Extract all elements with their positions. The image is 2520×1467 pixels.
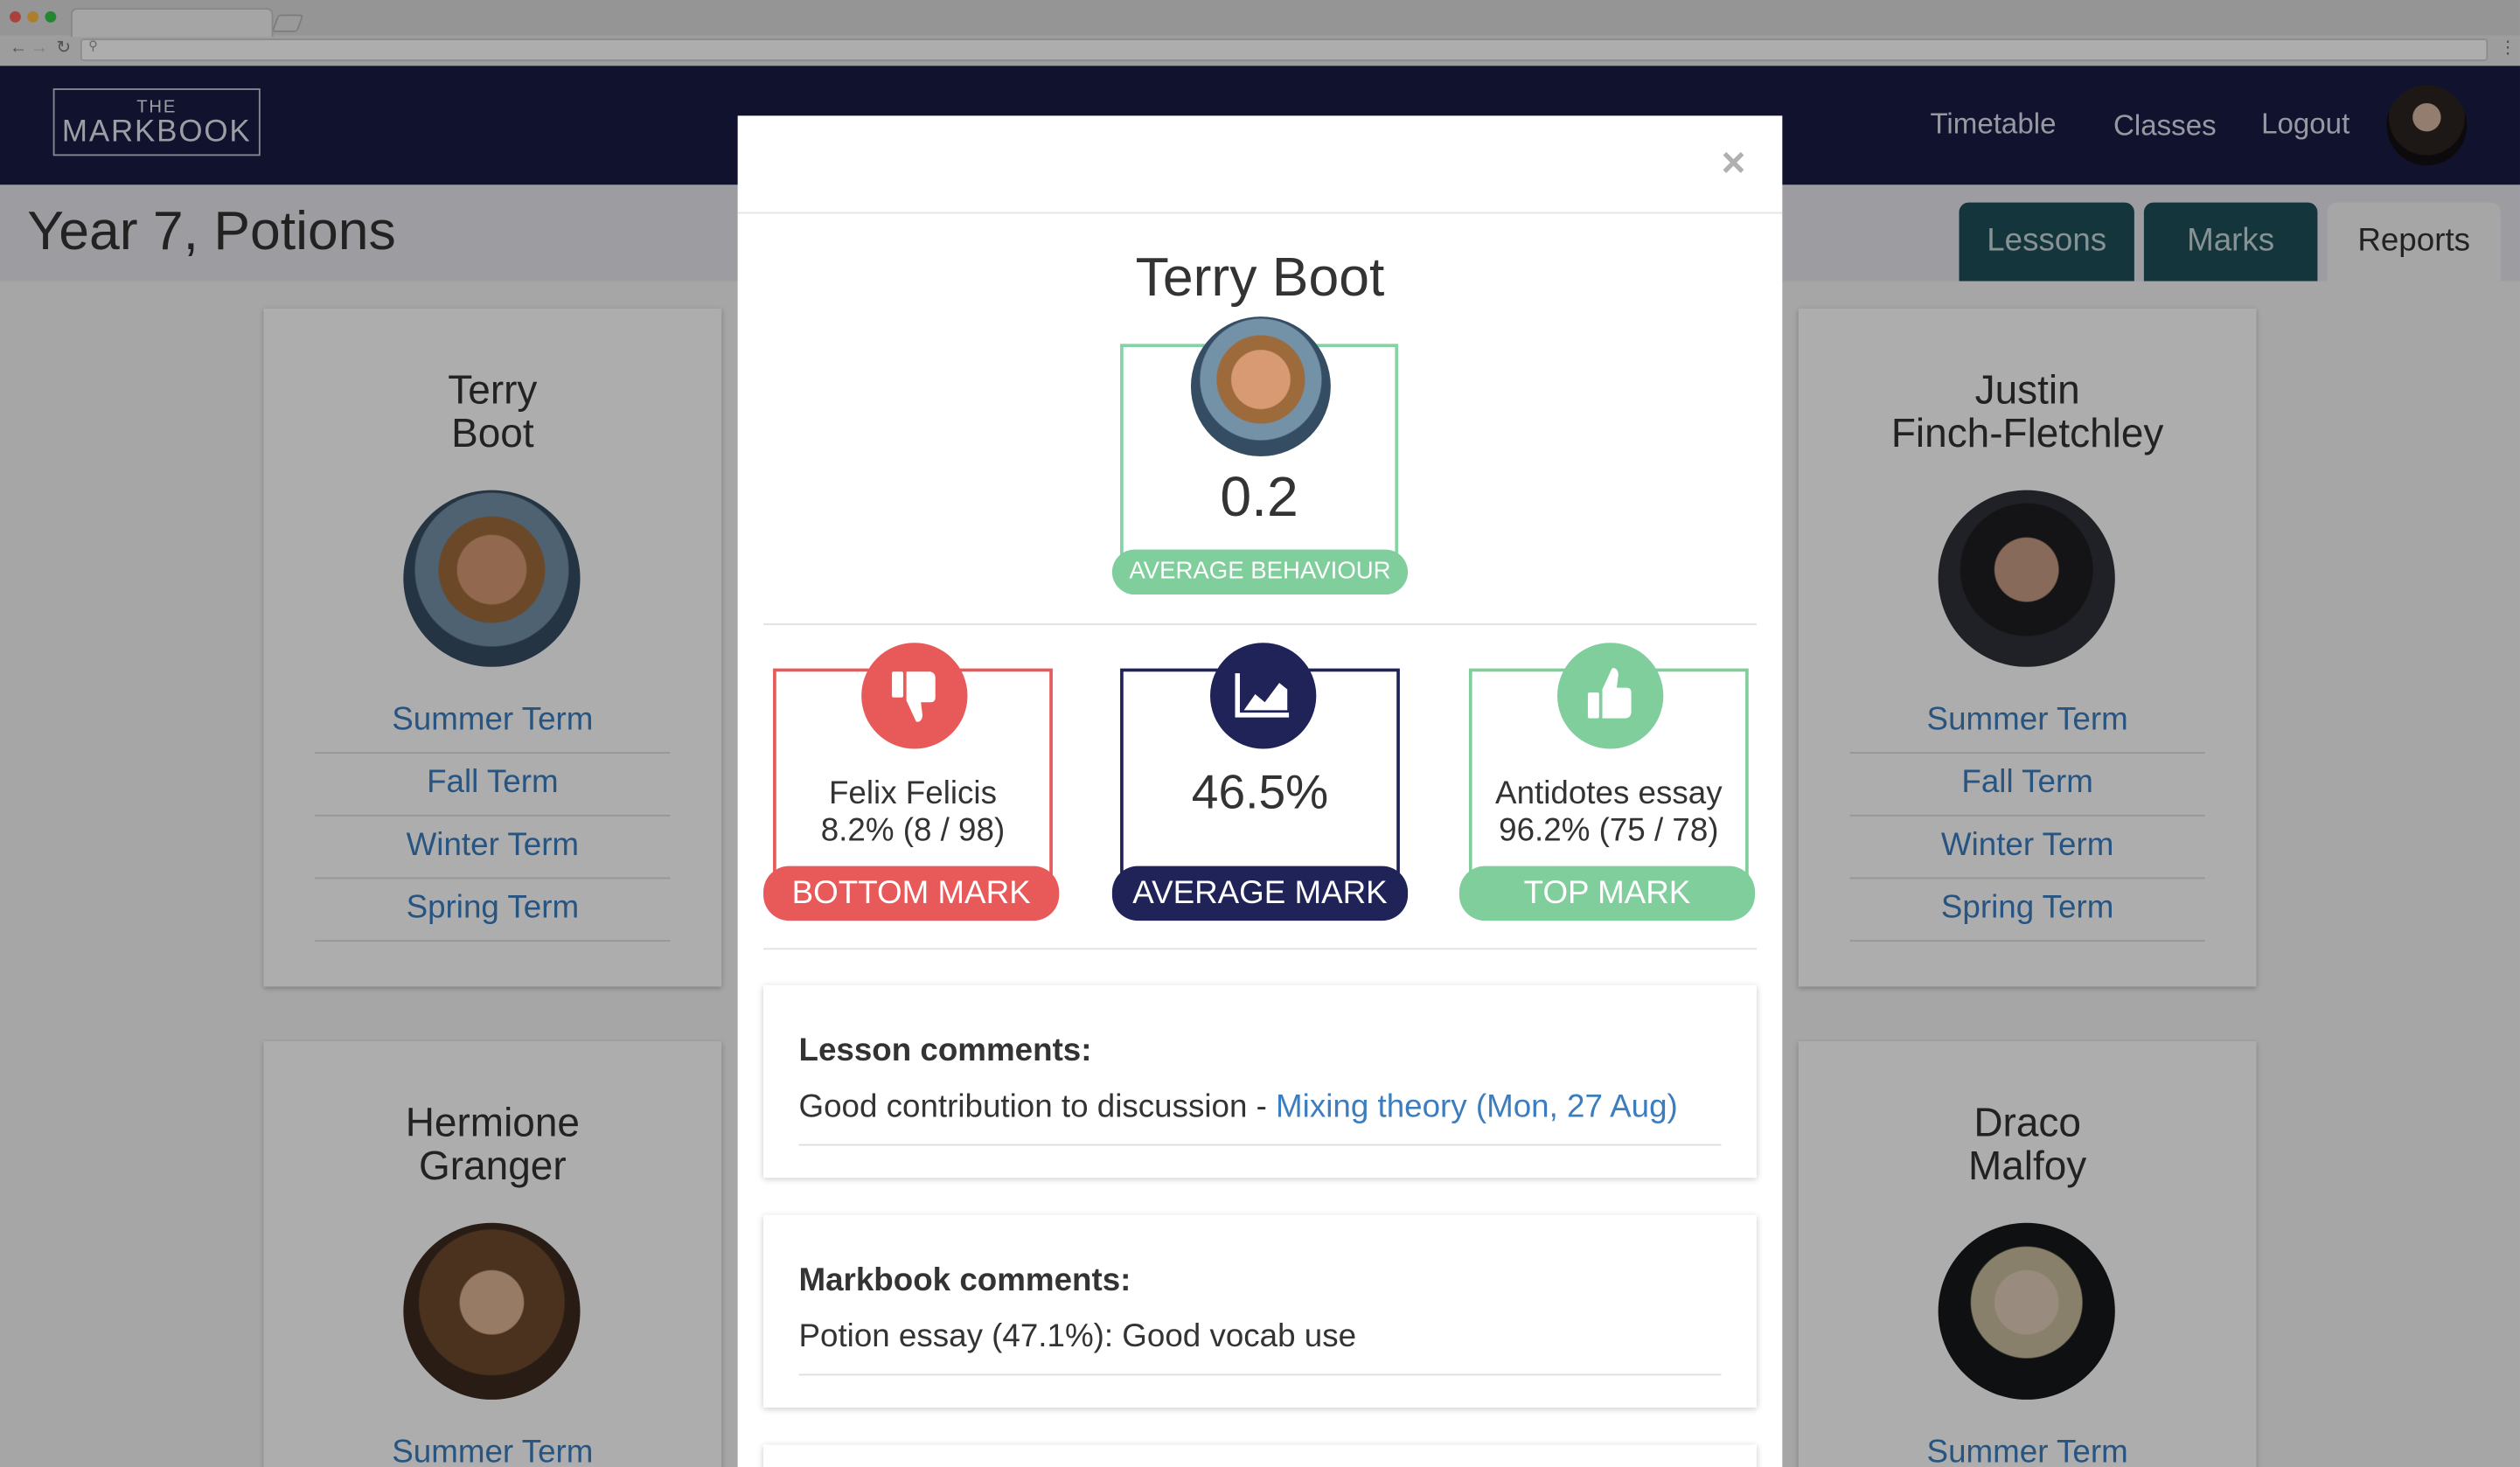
lesson-comments-card: Lesson comments: Good contribution to di… [763,984,1757,1178]
close-icon[interactable]: × [1721,138,1745,186]
student-report-modal: × Terry Boot 0.2 AVERAGE BEHAVIOUR Felix… [737,115,1783,1467]
lesson-comment-link[interactable]: Mixing theory (Mon, 27 Aug) [1276,1089,1678,1124]
next-comments-card [763,1444,1757,1467]
student-photo [1190,316,1331,456]
bottom-mark-assignment: Felix Felicis [828,775,997,812]
behaviour-value: 0.2 [1220,466,1298,529]
modal-header: × [737,115,1783,214]
divider [763,948,1757,950]
average-mark-value: 46.5% [1191,766,1329,820]
top-mark-assignment: Antidotes essay [1495,775,1723,812]
markbook-comment-row: Potion essay (47.1%): Good vocab use [798,1313,1722,1376]
markbook-comments-card: Markbook comments: Potion essay (47.1%):… [763,1214,1757,1408]
bottom-mark-score: 8.2% (8 / 98) [820,813,1006,849]
thumbs-down-icon [861,643,968,749]
markbook-comments-title: Markbook comments: [798,1262,1131,1299]
lesson-comment-row: Good contribution to discussion - Mixing… [798,1083,1722,1146]
thumbs-up-icon [1557,643,1664,749]
app-root: ← → ↻ ⚲ ⋮ THE MARKBOOK Timetable Classes… [0,0,2520,1467]
bottom-mark-badge: BOTTOM MARK [763,866,1060,921]
lesson-comment-text: Good contribution to discussion - [798,1089,1277,1125]
modal-student-name: Terry Boot [1135,247,1385,309]
divider [763,623,1757,625]
top-mark-badge: TOP MARK [1458,866,1756,921]
average-mark-badge: AVERAGE MARK [1111,866,1409,921]
chart-area-icon [1210,643,1317,749]
markbook-comment-text: Potion essay (47.1%): Good vocab use [798,1318,1357,1355]
top-mark-score: 96.2% (75 / 78) [1499,813,1719,849]
average-behaviour-badge: AVERAGE BEHAVIOUR [1111,549,1409,595]
lesson-comments-title: Lesson comments: [798,1032,1092,1069]
